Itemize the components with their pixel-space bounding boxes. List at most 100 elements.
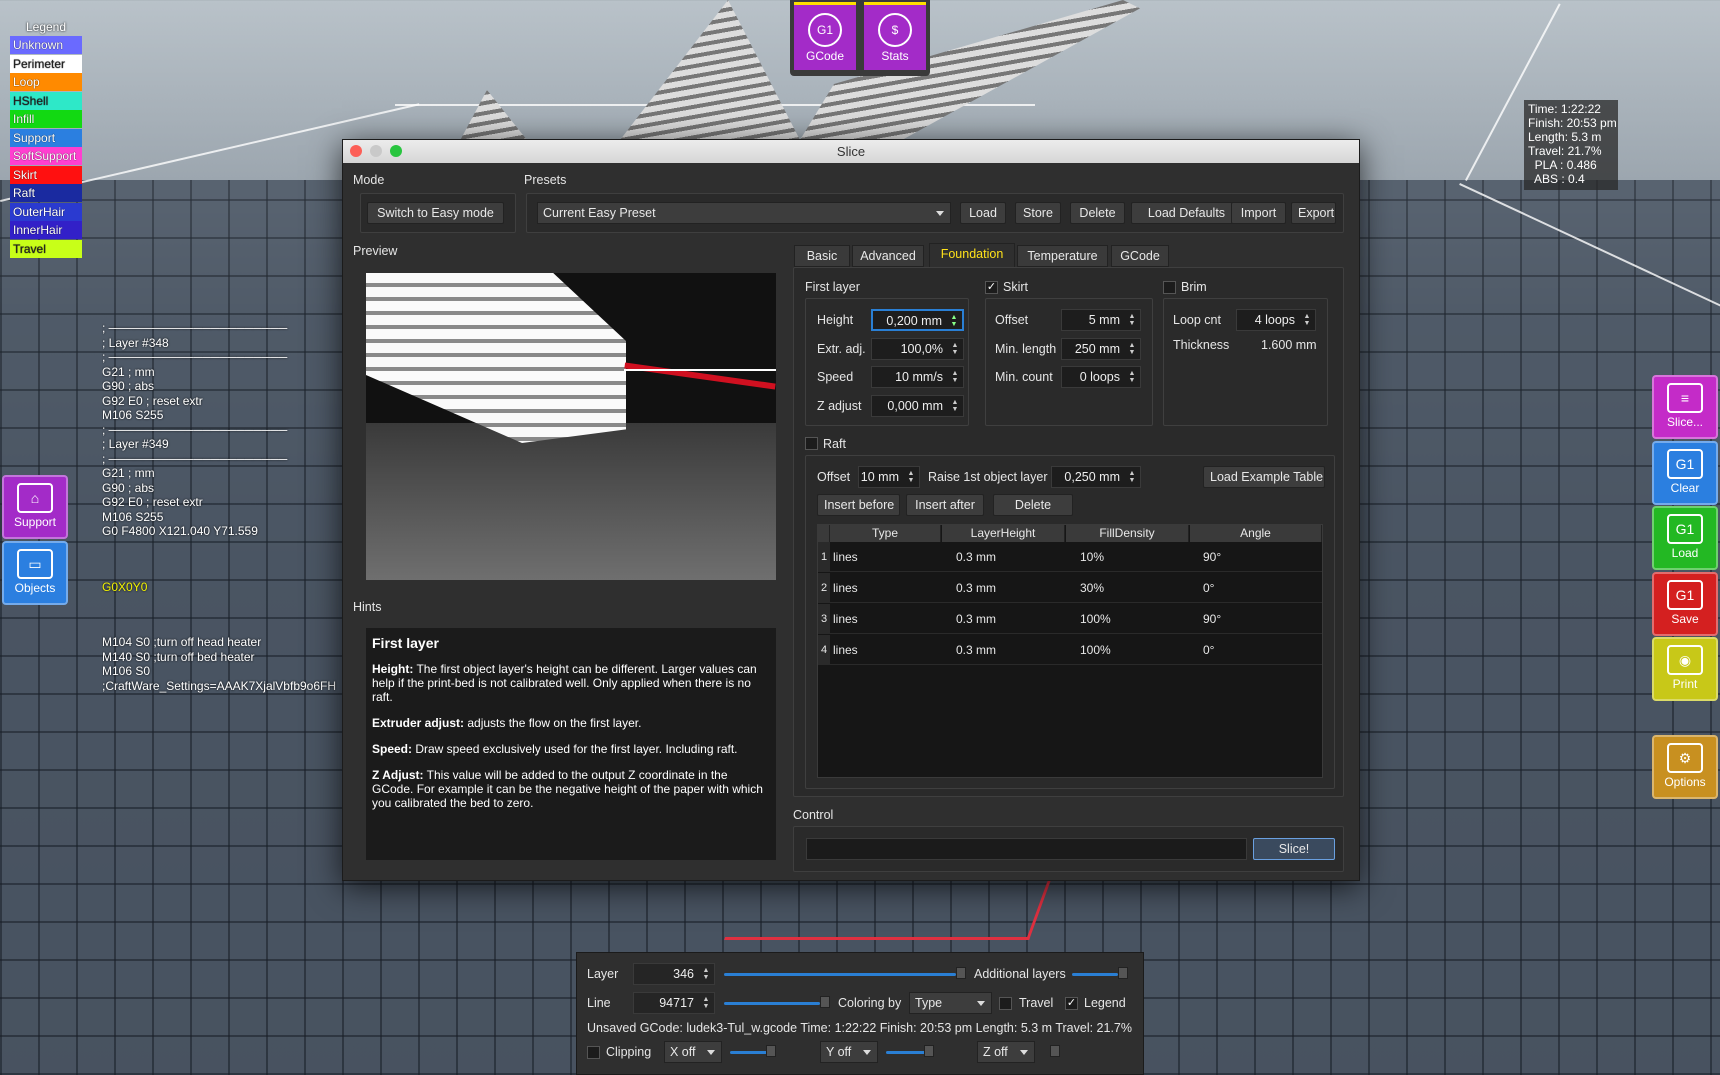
- line-slider-handle[interactable]: [820, 996, 830, 1008]
- preset-export-button[interactable]: Export: [1291, 202, 1336, 224]
- raft-checkbox[interactable]: [805, 437, 818, 450]
- table-row[interactable]: 3 lines 0.3 mm 100% 90°: [818, 604, 1322, 634]
- zoom-icon[interactable]: [390, 145, 402, 157]
- layer-slider-handle[interactable]: [956, 967, 966, 979]
- table-cell[interactable]: lines: [833, 643, 858, 657]
- objects-button[interactable]: ▭ Objects: [2, 541, 68, 605]
- clip-z-handle[interactable]: [1050, 1045, 1060, 1057]
- table-cell[interactable]: 30%: [1080, 581, 1104, 595]
- close-icon[interactable]: [350, 145, 362, 157]
- table-cell[interactable]: 100%: [1080, 612, 1111, 626]
- preset-load-defaults-button[interactable]: Load Defaults: [1131, 202, 1242, 224]
- tab-advanced[interactable]: Advanced: [852, 245, 924, 267]
- slice-button[interactable]: ≡ Slice...: [1652, 375, 1718, 439]
- table-cell[interactable]: 0.3 mm: [956, 612, 996, 626]
- insert-after-button[interactable]: Insert after: [906, 494, 984, 516]
- support-button[interactable]: ⌂ Support: [2, 475, 68, 539]
- table-cell[interactable]: 0°: [1203, 643, 1214, 657]
- clip-y-slider[interactable]: [886, 1051, 928, 1054]
- clipping-checkbox[interactable]: [587, 1046, 600, 1059]
- additional-layers-handle[interactable]: [1118, 967, 1128, 979]
- stats-button[interactable]: $ Stats: [864, 2, 926, 70]
- line-input[interactable]: 94717 ▲ ▼: [633, 992, 715, 1014]
- spin-arrows-icon[interactable]: ▲ ▼: [1302, 313, 1312, 328]
- spin-arrows-icon[interactable]: ▲ ▼: [949, 314, 959, 329]
- spin-arrows-icon[interactable]: ▲ ▼: [906, 470, 916, 485]
- spin-arrows-icon[interactable]: ▲ ▼: [1127, 313, 1137, 328]
- min-length-input[interactable]: 250 mm ▲ ▼: [1061, 338, 1141, 360]
- preset-select[interactable]: Current Easy Preset: [537, 202, 951, 224]
- preset-import-button[interactable]: Import: [1231, 202, 1286, 224]
- table-cell[interactable]: 0.3 mm: [956, 581, 996, 595]
- clip-y-select[interactable]: Y off: [820, 1041, 878, 1063]
- column-header-type[interactable]: Type: [830, 525, 941, 542]
- clip-y-handle[interactable]: [924, 1045, 934, 1057]
- table-cell[interactable]: 90°: [1203, 550, 1221, 564]
- print-button[interactable]: ◉ Print: [1652, 637, 1718, 701]
- preset-load-button[interactable]: Load: [960, 202, 1006, 224]
- layer-preview[interactable]: [366, 273, 776, 580]
- raft-offset-input[interactable]: 10 mm ▲ ▼: [858, 466, 920, 488]
- clip-x-handle[interactable]: [766, 1045, 776, 1057]
- table-row[interactable]: 2 lines 0.3 mm 30% 0°: [818, 573, 1322, 603]
- line-slider[interactable]: [724, 1002, 820, 1005]
- raft-delete-button[interactable]: Delete: [993, 494, 1073, 516]
- extr-adj-input[interactable]: 100,0% ▲ ▼: [871, 338, 964, 360]
- spin-arrows-icon[interactable]: ▲ ▼: [950, 370, 960, 385]
- spin-arrows-icon[interactable]: ▲ ▼: [701, 996, 711, 1011]
- spin-arrows-icon[interactable]: ▲ ▼: [1127, 470, 1137, 485]
- table-cell[interactable]: 0.3 mm: [956, 550, 996, 564]
- clip-z-select[interactable]: Z off: [977, 1041, 1035, 1063]
- preset-delete-button[interactable]: Delete: [1070, 202, 1125, 224]
- options-button[interactable]: ⚙ Options: [1652, 735, 1718, 799]
- tab-gcode[interactable]: GCode: [1111, 245, 1169, 267]
- dialog-titlebar[interactable]: Slice: [343, 140, 1359, 163]
- column-header-angle[interactable]: Angle: [1190, 525, 1322, 542]
- coloring-select[interactable]: Type: [909, 992, 992, 1014]
- load-example-table-button[interactable]: Load Example Table: [1203, 466, 1325, 488]
- insert-before-button[interactable]: Insert before: [817, 494, 900, 516]
- legend-checkbox[interactable]: ✓: [1065, 997, 1078, 1010]
- table-cell[interactable]: 10%: [1080, 550, 1104, 564]
- table-row[interactable]: 1 lines 0.3 mm 10% 90°: [818, 542, 1322, 572]
- clip-x-select[interactable]: X off: [664, 1041, 722, 1063]
- column-header-filldensity[interactable]: FillDensity: [1066, 525, 1189, 542]
- switch-easy-mode-button[interactable]: Switch to Easy mode: [367, 202, 504, 224]
- column-header-layerheight[interactable]: LayerHeight: [942, 525, 1065, 542]
- raise-first-layer-input[interactable]: 0,250 mm ▲ ▼: [1051, 466, 1141, 488]
- preset-store-button[interactable]: Store: [1015, 202, 1061, 224]
- gcode-button[interactable]: G1 GCode: [794, 2, 856, 70]
- spin-arrows-icon[interactable]: ▲ ▼: [950, 342, 960, 357]
- minimize-icon[interactable]: [370, 145, 382, 157]
- tab-temperature[interactable]: Temperature: [1017, 245, 1108, 267]
- spin-arrows-icon[interactable]: ▲ ▼: [701, 967, 711, 982]
- height-input[interactable]: 0,200 mm ▲ ▼: [871, 309, 964, 331]
- additional-layers-slider[interactable]: [1072, 973, 1118, 976]
- spin-arrows-icon[interactable]: ▲ ▼: [950, 399, 960, 414]
- layer-slider[interactable]: [724, 973, 956, 976]
- spin-arrows-icon[interactable]: ▲ ▼: [1127, 370, 1137, 385]
- speed-input[interactable]: 10 mm/s ▲ ▼: [871, 366, 964, 388]
- tab-basic[interactable]: Basic: [794, 245, 850, 267]
- slice-button[interactable]: Slice!: [1253, 838, 1335, 860]
- skirt-offset-input[interactable]: 5 mm ▲ ▼: [1061, 309, 1141, 331]
- layer-input[interactable]: 346 ▲ ▼: [633, 963, 715, 985]
- table-row[interactable]: 4 lines 0.3 mm 100% 0°: [818, 635, 1322, 665]
- tab-foundation[interactable]: Foundation: [929, 243, 1015, 268]
- z-adjust-input[interactable]: 0,000 mm ▲ ▼: [871, 395, 964, 417]
- table-cell[interactable]: lines: [833, 612, 858, 626]
- table-cell[interactable]: 0.3 mm: [956, 643, 996, 657]
- table-cell[interactable]: lines: [833, 550, 858, 564]
- table-cell[interactable]: 90°: [1203, 612, 1221, 626]
- travel-checkbox[interactable]: [999, 997, 1012, 1010]
- table-cell[interactable]: lines: [833, 581, 858, 595]
- spin-arrows-icon[interactable]: ▲ ▼: [1127, 342, 1137, 357]
- table-cell[interactable]: 100%: [1080, 643, 1111, 657]
- load-button[interactable]: G1 Load: [1652, 506, 1718, 570]
- skirt-checkbox[interactable]: ✓: [985, 281, 998, 294]
- table-cell[interactable]: 0°: [1203, 581, 1214, 595]
- raft-table[interactable]: Type LayerHeight FillDensity Angle 1 lines 0.…: [817, 524, 1323, 778]
- brim-checkbox[interactable]: [1163, 281, 1176, 294]
- loop-cnt-input[interactable]: 4 loops ▲ ▼: [1236, 309, 1316, 331]
- save-button[interactable]: G1 Save: [1652, 572, 1718, 636]
